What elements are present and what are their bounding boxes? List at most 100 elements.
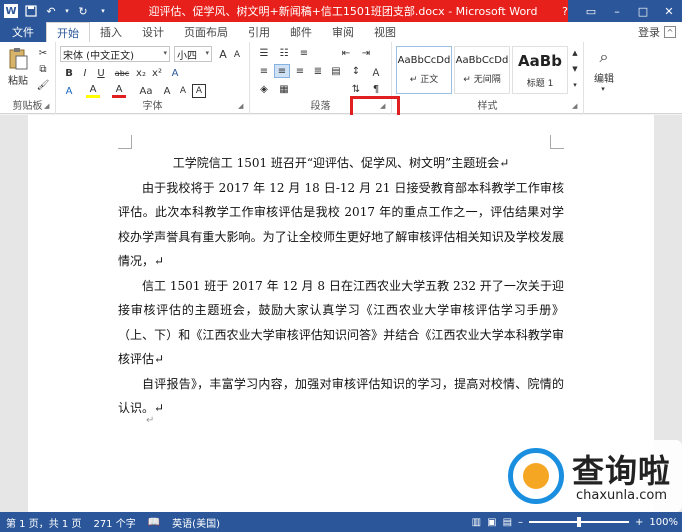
tab-mailings[interactable]: 邮件 bbox=[280, 22, 322, 42]
text-effects-button[interactable]: A bbox=[168, 66, 182, 80]
document-paragraph: 自评报告》，丰富学习内容，加强对审核评估知识的学习，提高对校情、院情的认识。↵ bbox=[118, 376, 564, 416]
customize-qat-icon[interactable]: ▾ bbox=[96, 4, 110, 18]
window-controls: ? ▭ – □ ✕ bbox=[552, 0, 682, 22]
copy-icon[interactable]: ⧉ bbox=[36, 62, 50, 76]
styles-launcher-icon[interactable]: ◢ bbox=[572, 102, 580, 110]
proofing-icon[interactable]: 📖 bbox=[142, 517, 166, 528]
zoom-level[interactable]: 100% bbox=[649, 517, 678, 528]
redo-icon[interactable]: ↻ bbox=[76, 4, 90, 18]
sort-icon[interactable]: ⇅ bbox=[348, 82, 364, 96]
styles-group: AaBbCcDd ↵ 正文 AaBbCcDd ↵ 无间隔 AaBb 标题 1 ▲… bbox=[392, 42, 584, 114]
document-title: 工学院信工 1501 班召开“迎评估、促学风、树文明”主题班会↵ bbox=[172, 156, 510, 170]
find-binoculars-icon[interactable]: ⌕ bbox=[592, 46, 616, 68]
ribbon-tabs: 文件 开始 插入 设计 页面布局 引用 邮件 审阅 视图 登录 ^ bbox=[0, 22, 682, 42]
align-right-icon[interactable]: ≡ bbox=[292, 64, 308, 78]
font-name-combo[interactable]: 宋体 (中文正文) ▾ bbox=[60, 46, 170, 62]
shading-icon[interactable]: ◈ bbox=[256, 82, 272, 96]
shrink-font-alt-button[interactable]: A bbox=[176, 84, 190, 98]
help-button[interactable]: ? bbox=[552, 0, 578, 22]
distributed-icon[interactable]: ▤ bbox=[328, 64, 344, 78]
underline-button[interactable]: U bbox=[94, 66, 108, 80]
tab-page-layout[interactable]: 页面布局 bbox=[174, 22, 238, 42]
zoom-in-icon[interactable]: + bbox=[635, 517, 643, 528]
document-body[interactable]: 工学院信工 1501 班召开“迎评估、促学风、树文明”主题班会↵ 由于我校将于 … bbox=[118, 151, 564, 421]
collapse-ribbon-icon[interactable]: ^ bbox=[664, 26, 676, 38]
maximize-button[interactable]: □ bbox=[630, 0, 656, 22]
justify-icon[interactable]: ≣ bbox=[310, 64, 326, 78]
save-icon[interactable] bbox=[24, 4, 38, 18]
font-launcher-icon[interactable]: ◢ bbox=[238, 102, 246, 110]
styles-scroll-up-icon[interactable]: ▲ bbox=[570, 46, 580, 60]
font-color-button[interactable]: A bbox=[112, 84, 126, 98]
clipboard-launcher-icon[interactable]: ◢ bbox=[44, 102, 52, 110]
grow-font-alt-button[interactable]: A bbox=[160, 84, 174, 98]
format-painter-icon[interactable]: 🖌 bbox=[36, 78, 50, 92]
styles-group-label: 样式 bbox=[477, 101, 498, 112]
increase-indent-icon[interactable]: ⇥ bbox=[358, 46, 374, 60]
paste-icon[interactable] bbox=[6, 46, 30, 72]
styles-scroll-down-icon[interactable]: ▼ bbox=[570, 62, 580, 76]
asian-layout-icon[interactable]: Ａ bbox=[368, 64, 384, 79]
line-spacing-icon[interactable]: ↕ bbox=[348, 64, 364, 78]
undo-dropdown-icon[interactable]: ▾ bbox=[64, 4, 70, 18]
language-indicator[interactable]: 英语(美国) bbox=[166, 515, 226, 530]
read-mode-icon[interactable]: ▥ bbox=[472, 517, 481, 528]
tab-references[interactable]: 引用 bbox=[238, 22, 280, 42]
tab-file[interactable]: 文件 bbox=[0, 22, 46, 42]
tab-home[interactable]: 开始 bbox=[46, 22, 90, 42]
align-center-icon[interactable]: ≡ bbox=[274, 64, 290, 78]
decrease-indent-icon[interactable]: ⇤ bbox=[338, 46, 354, 60]
show-marks-icon[interactable]: ¶ bbox=[368, 82, 384, 96]
shrink-font-icon[interactable]: A bbox=[230, 49, 244, 61]
watermark: 查询啦 chaxunla.com bbox=[500, 440, 682, 512]
zoom-slider-knob[interactable] bbox=[577, 517, 582, 527]
numbering-icon[interactable]: ☷ bbox=[276, 46, 292, 60]
status-bar-right: ▥ ▣ ▤ – + 100% bbox=[472, 512, 678, 532]
tab-insert[interactable]: 插入 bbox=[90, 22, 132, 42]
style-normal-name: ↵ 正文 bbox=[409, 75, 439, 85]
document-paragraph: 由于我校将于 2017 年 12 月 18 日-12 月 21 日接受教育部本科… bbox=[118, 180, 564, 269]
close-button[interactable]: ✕ bbox=[656, 0, 682, 22]
multilevel-list-icon[interactable]: ≡ bbox=[296, 46, 312, 60]
borders-icon[interactable]: ▦ bbox=[276, 82, 292, 96]
superscript-button[interactable]: x² bbox=[150, 66, 164, 80]
bold-button[interactable]: B bbox=[62, 66, 76, 80]
ribbon-display-button[interactable]: ▭ bbox=[578, 0, 604, 22]
style-no-spacing[interactable]: AaBbCcDd ↵ 无间隔 bbox=[454, 46, 510, 94]
style-normal[interactable]: AaBbCcDd ↵ 正文 bbox=[396, 46, 452, 94]
clear-formatting-button[interactable]: A bbox=[62, 84, 76, 98]
font-size-combo[interactable]: 小四 ▾ bbox=[174, 46, 212, 62]
italic-button[interactable]: I bbox=[78, 66, 92, 80]
style-normal-preview: AaBbCcDd bbox=[397, 55, 451, 66]
grow-font-icon[interactable]: A bbox=[216, 47, 230, 61]
change-case-button[interactable]: Aa bbox=[138, 84, 154, 98]
align-left-icon[interactable]: ≡ bbox=[256, 64, 272, 78]
style-heading-1[interactable]: AaBb 标题 1 bbox=[512, 46, 568, 94]
print-layout-icon[interactable]: ▣ bbox=[487, 517, 496, 528]
zoom-out-icon[interactable]: – bbox=[518, 517, 523, 528]
tab-design[interactable]: 设计 bbox=[132, 22, 174, 42]
page-count[interactable]: 第 1 页，共 1 页 bbox=[0, 515, 87, 530]
paste-button[interactable]: 粘贴 bbox=[2, 72, 34, 87]
login-link[interactable]: 登录 bbox=[638, 22, 660, 42]
editing-button[interactable]: 编辑 bbox=[586, 70, 622, 85]
font-name-dropdown-icon: ▾ bbox=[163, 49, 167, 57]
editing-dropdown-icon[interactable]: ▾ bbox=[598, 84, 608, 94]
character-border-icon[interactable]: A bbox=[192, 84, 206, 98]
subscript-button[interactable]: x₂ bbox=[134, 66, 148, 80]
bullets-icon[interactable]: ☰ bbox=[256, 46, 272, 60]
undo-icon[interactable]: ↶ bbox=[44, 4, 58, 18]
minimize-button[interactable]: – bbox=[604, 0, 630, 22]
highlight-button[interactable]: A bbox=[86, 84, 100, 98]
styles-more-icon[interactable]: ▾ bbox=[570, 78, 580, 92]
zoom-slider[interactable] bbox=[529, 517, 630, 527]
word-app-icon[interactable]: W bbox=[4, 4, 18, 18]
tab-review[interactable]: 审阅 bbox=[322, 22, 364, 42]
style-no-spacing-preview: AaBbCcDd bbox=[455, 55, 509, 66]
tab-view[interactable]: 视图 bbox=[364, 22, 406, 42]
web-layout-icon[interactable]: ▤ bbox=[503, 517, 512, 528]
cut-icon[interactable]: ✂ bbox=[36, 46, 50, 60]
strikethrough-button[interactable]: abc bbox=[112, 66, 132, 80]
word-count[interactable]: 271 个字 bbox=[87, 515, 141, 530]
watermark-logo-icon bbox=[508, 448, 564, 504]
